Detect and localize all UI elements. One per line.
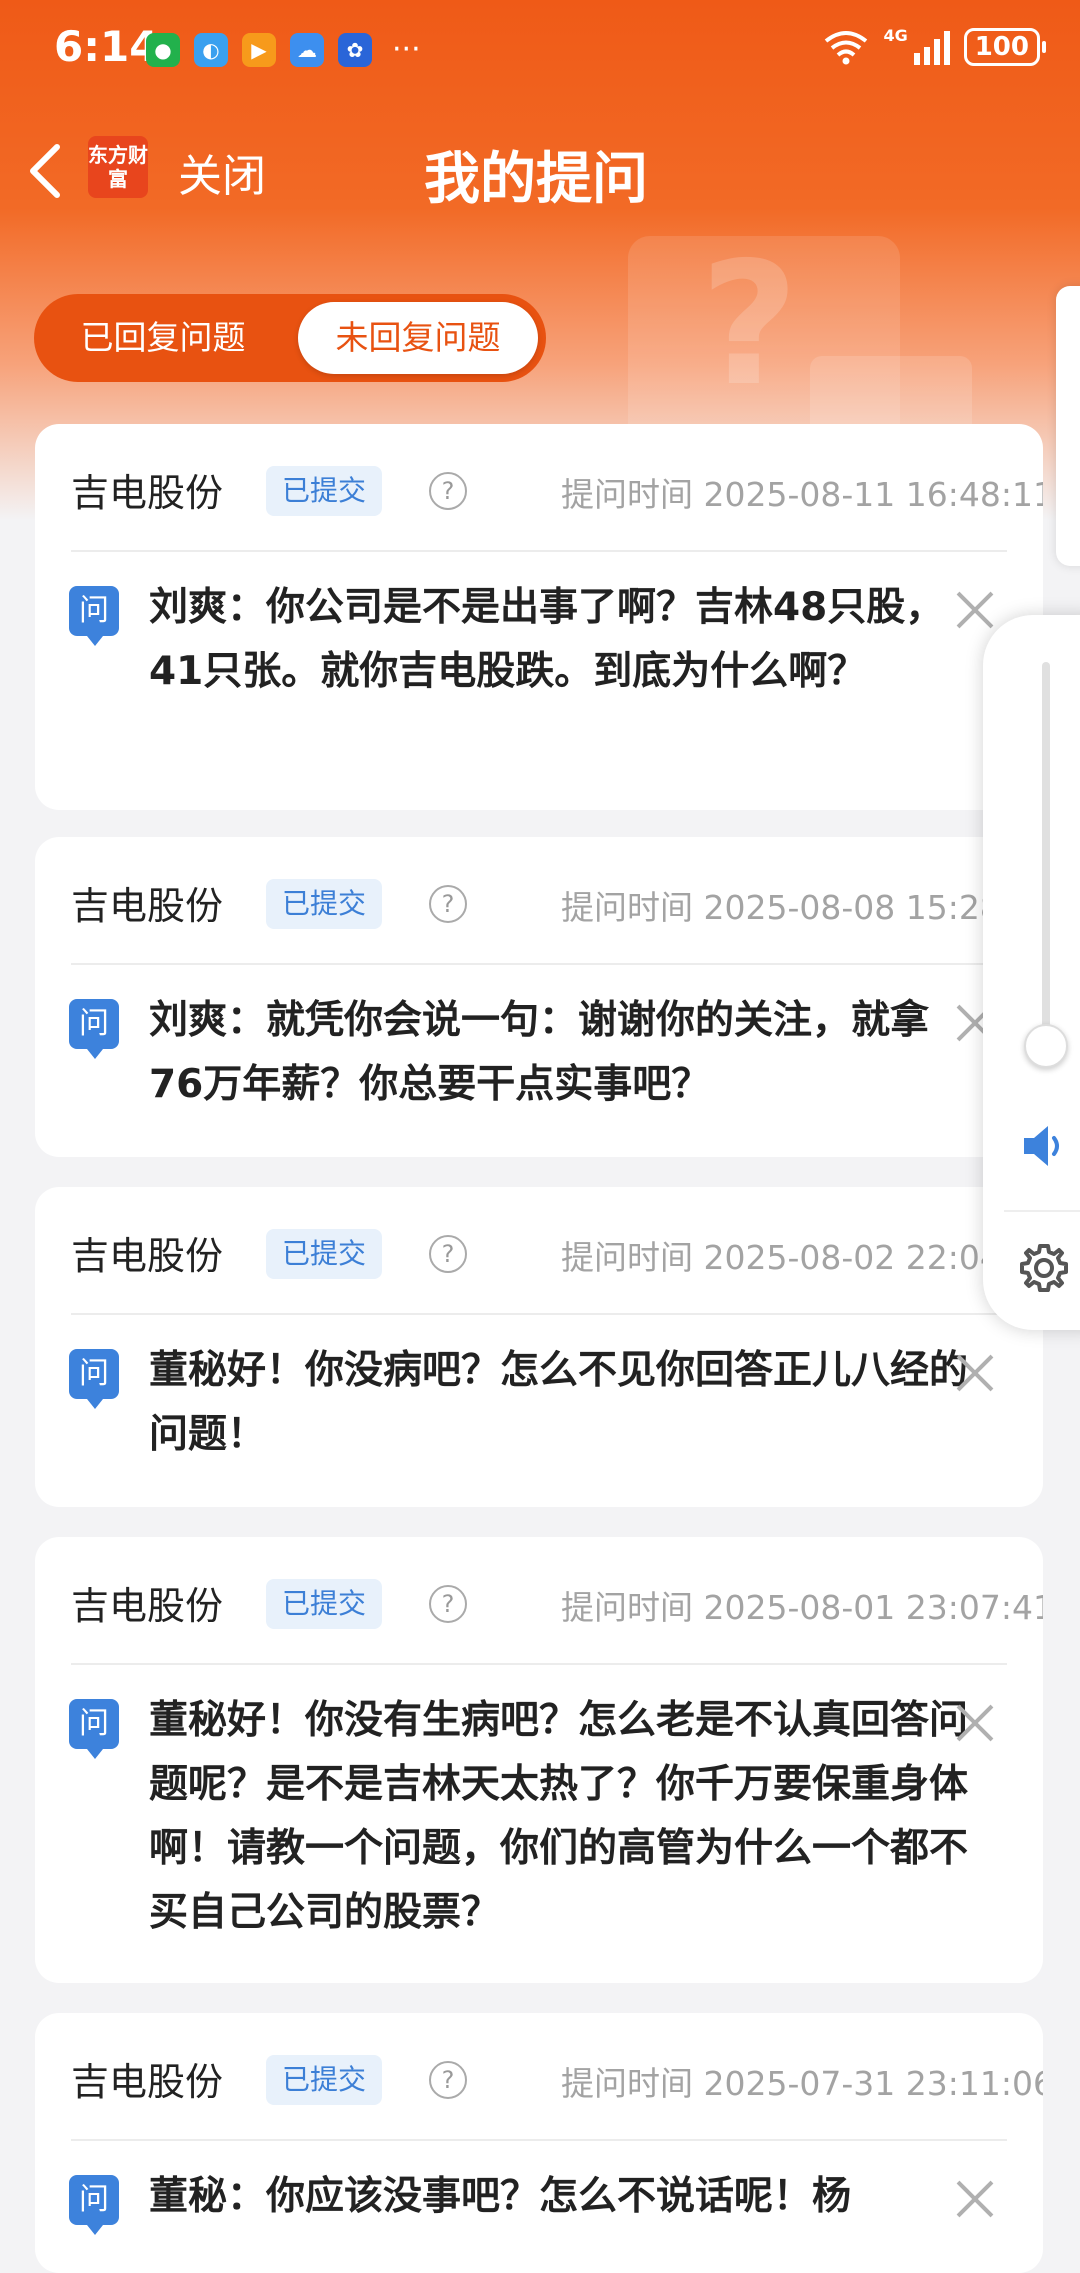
- close-icon[interactable]: [955, 1703, 995, 1743]
- close-icon[interactable]: [955, 2179, 995, 2219]
- tab-bar: 已回复问题 未回复问题: [34, 294, 546, 382]
- more-notifications-icon: ···: [392, 32, 421, 67]
- question-text: 刘爽：你公司是不是出事了啊？吉林48只股，41只张。就你吉电股跌。到底为什么啊？: [149, 585, 945, 694]
- divider: [71, 2139, 1007, 2141]
- question-text: 董秘：你应该没事吧？怎么不说话呢！杨: [149, 2174, 852, 2219]
- tab-unanswered[interactable]: 未回复问题: [298, 302, 538, 374]
- close-icon[interactable]: [955, 1353, 995, 1393]
- wifi-icon: [825, 31, 868, 65]
- app-logo: 东方财富: [88, 136, 148, 198]
- question-time: 提问时间 2025-08-02 22:04:51: [561, 1238, 1043, 1277]
- question-mark-decoration: ?: [700, 226, 799, 424]
- notification-icons: ● ◐ ▶ ☁ ✿ ···: [146, 32, 421, 67]
- question-icon: 问: [69, 2175, 119, 2235]
- close-icon[interactable]: [955, 590, 995, 630]
- question-time: 提问时间 2025-08-01 23:07:41: [561, 1588, 1043, 1627]
- app-icon: ◐: [194, 32, 228, 67]
- question-text: 刘爽：就凭你会说一句：谢谢你的关注，就拿76万年薪？你总要干点实事吧？: [149, 998, 930, 1107]
- divider: [71, 1313, 1007, 1315]
- company-name: 吉电股份: [71, 884, 224, 928]
- question-card: 吉电股份 已提交 ? 提问时间 2025-08-11 16:48:11 问 刘爽…: [35, 424, 1043, 810]
- signal-icon: [913, 29, 950, 65]
- help-icon[interactable]: ?: [429, 472, 467, 510]
- question-card: 吉电股份 已提交 ? 提问时间 2025-08-08 15:28:40 问 刘爽…: [35, 837, 1043, 1157]
- company-name: 吉电股份: [71, 2060, 224, 2104]
- side-drawer-handle[interactable]: [1056, 286, 1080, 566]
- gear-icon[interactable]: [1016, 1240, 1072, 1296]
- volume-panel: [983, 615, 1080, 1330]
- status-badge: 已提交: [266, 1229, 383, 1279]
- question-text: 董秘好！你没有生病吧？怎么老是不认真回答问题呢？是不是吉林天太热了？你千万要保重…: [149, 1698, 969, 1935]
- divider: [1004, 1210, 1080, 1212]
- chevron-left-icon: [30, 144, 60, 198]
- status-badge: 已提交: [266, 879, 383, 929]
- help-icon[interactable]: ?: [429, 1235, 467, 1273]
- question-time: 提问时间 2025-08-08 15:28:40: [561, 888, 1043, 927]
- status-bar: 6:14 ● ◐ ▶ ☁ ✿ ··· 4G 100: [0, 0, 1080, 100]
- question-icon: 问: [69, 999, 119, 1059]
- help-icon[interactable]: ?: [429, 1585, 467, 1623]
- question-time: 提问时间 2025-08-11 16:48:11: [561, 475, 1043, 514]
- speaker-icon[interactable]: [1018, 1120, 1070, 1172]
- question-card: 吉电股份 已提交 ? 提问时间 2025-07-31 23:11:06 问 董秘…: [35, 2013, 1043, 2273]
- baidu-icon: ✿: [338, 32, 372, 67]
- divider: [71, 963, 1007, 965]
- question-text: 董秘好！你没病吧？怎么不见你回答正儿八经的问题！: [149, 1348, 969, 1457]
- video-app-icon: ▶: [242, 32, 276, 67]
- divider: [71, 1663, 1007, 1665]
- question-icon: 问: [69, 1699, 119, 1759]
- battery-indicator: 100: [963, 28, 1047, 66]
- question-card: 吉电股份 已提交 ? 提问时间 2025-08-02 22:04:51 问 董秘…: [35, 1187, 1043, 1507]
- divider: [71, 550, 1007, 552]
- weather-icon: ☁: [290, 32, 324, 67]
- question-time: 提问时间 2025-07-31 23:11:06: [561, 2064, 1043, 2103]
- status-badge: 已提交: [266, 466, 383, 516]
- wechat-icon: ●: [146, 32, 180, 67]
- tab-answered[interactable]: 已回复问题: [34, 294, 292, 382]
- company-name: 吉电股份: [71, 1234, 224, 1278]
- close-button[interactable]: 关闭: [178, 140, 266, 204]
- question-icon: 问: [69, 586, 119, 646]
- help-icon[interactable]: ?: [429, 2061, 467, 2099]
- network-type: 4G: [883, 25, 908, 45]
- question-card: 吉电股份 已提交 ? 提问时间 2025-08-01 23:07:41 问 董秘…: [35, 1537, 1043, 1983]
- company-name: 吉电股份: [71, 1584, 224, 1628]
- volume-slider[interactable]: [1042, 662, 1050, 1062]
- status-badge: 已提交: [266, 2055, 383, 2105]
- company-name: 吉电股份: [71, 471, 224, 515]
- question-icon: 问: [69, 1349, 119, 1409]
- page-title: 我的提问: [424, 147, 648, 212]
- status-badge: 已提交: [266, 1579, 383, 1629]
- help-icon[interactable]: ?: [429, 885, 467, 923]
- status-time: 6:14: [54, 22, 159, 71]
- back-button[interactable]: [20, 136, 70, 206]
- volume-slider-handle[interactable]: [1024, 1024, 1068, 1068]
